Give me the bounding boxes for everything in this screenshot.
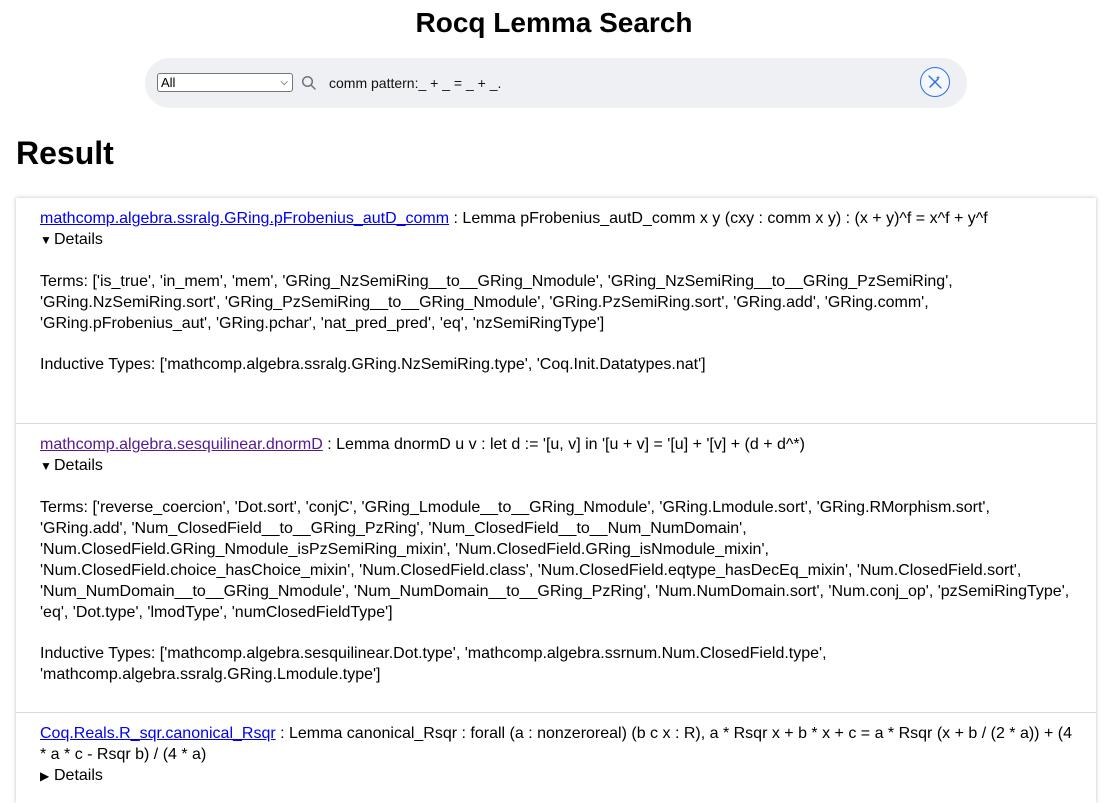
scope-select[interactable]: All ⌵ <box>157 73 293 92</box>
search-bar: All ⌵ comm pattern:_ + _ = _ + _. <box>145 58 967 108</box>
details-toggle[interactable]: ▼ Details <box>40 229 1072 251</box>
result-card: Coq.Reals.R_sqr.canonical_Rsqr : Lemma c… <box>16 713 1096 803</box>
result-statement: : Lemma dnormD u v : let d := '[u, v] in… <box>322 436 805 453</box>
magic-wand-button[interactable] <box>920 67 950 97</box>
inductive-types-text: Inductive Types: ['mathcomp.algebra.sesq… <box>40 645 827 683</box>
terms-text: Terms: ['reverse_coercion', 'Dot.sort', … <box>40 499 1070 621</box>
result-card: mathcomp.algebra.sesquilinear.dnormD : L… <box>16 424 1096 713</box>
scope-select-value: All <box>161 75 176 90</box>
details-label: Details <box>54 457 103 474</box>
result-statement: : Lemma pFrobenius_autD_comm x y (cxy : … <box>449 210 988 227</box>
magic-wand-off-icon <box>928 75 942 89</box>
details-toggle[interactable]: ▼ Details <box>40 455 1072 477</box>
triangle-down-icon: ▼ <box>40 459 52 473</box>
result-header: mathcomp.algebra.ssralg.GRing.pFrobenius… <box>40 208 1072 229</box>
details-label: Details <box>54 231 103 248</box>
search-input[interactable]: comm pattern:_ + _ = _ + _. <box>329 74 501 92</box>
result-link[interactable]: mathcomp.algebra.sesquilinear.dnormD <box>40 436 323 453</box>
details-label: Details <box>54 767 103 784</box>
triangle-down-icon: ▼ <box>40 233 52 247</box>
result-header: mathcomp.algebra.sesquilinear.dnormD : L… <box>40 434 1072 455</box>
terms-text: Terms: ['is_true', 'in_mem', 'mem', 'GRi… <box>40 273 953 332</box>
details-toggle[interactable]: ▶ Details <box>40 765 1072 787</box>
inductive-types-text: Inductive Types: ['mathcomp.algebra.ssra… <box>40 356 706 373</box>
triangle-right-icon: ▶ <box>40 769 50 783</box>
result-card: mathcomp.algebra.ssralg.GRing.pFrobenius… <box>16 198 1096 424</box>
chevron-down-icon: ⌵ <box>280 77 288 88</box>
results-list: mathcomp.algebra.ssralg.GRing.pFrobenius… <box>16 198 1096 803</box>
page-title: Rocq Lemma Search <box>415 7 693 38</box>
result-header: Coq.Reals.R_sqr.canonical_Rsqr : Lemma c… <box>40 723 1072 765</box>
result-heading: Result <box>16 135 114 171</box>
result-link[interactable]: Coq.Reals.R_sqr.canonical_Rsqr <box>40 725 276 742</box>
search-icon <box>301 75 317 91</box>
result-link[interactable]: mathcomp.algebra.ssralg.GRing.pFrobenius… <box>40 210 449 227</box>
